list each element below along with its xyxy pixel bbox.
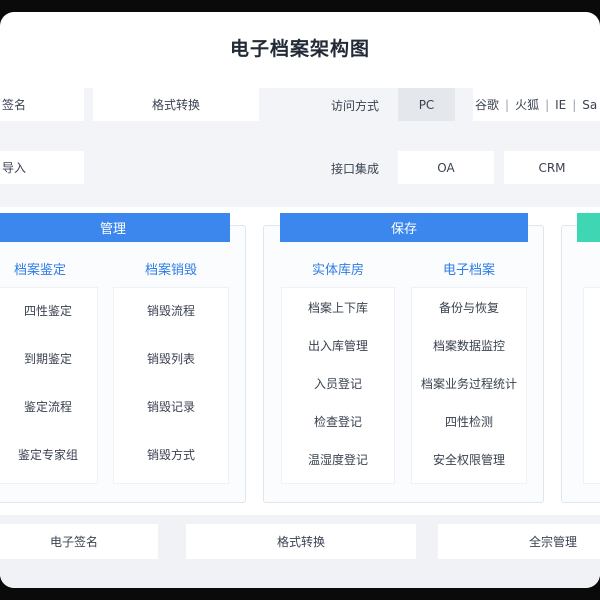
interface-oa-cell: OA <box>398 151 494 184</box>
archive-appraisal-title: 档案鉴定 <box>13 263 66 278</box>
destruction-item: 销毁列表 <box>146 352 195 366</box>
separator: | <box>545 97 550 112</box>
e-archive-item: 四性检测 <box>444 415 493 429</box>
interface-integration-label: 接口集成 <box>331 162 380 176</box>
format-convert-base-cell: 格式转换 <box>186 524 416 559</box>
appraisal-item: 鉴定专家组 <box>17 448 78 462</box>
storage-item: 入员登记 <box>313 377 362 391</box>
diagram-canvas: 电子档案架构图 签名 格式转换 访问方式 PC 谷歌 | 火狐 | IE | S… <box>0 12 600 588</box>
storage-item: 档案上下库 <box>307 301 368 315</box>
access-pc-cell: PC <box>398 88 455 121</box>
physical-storage-column: 档案上下库 出入库管理 入员登记 检查登记 温湿度登记 <box>281 287 395 484</box>
archive-appraisal-column: 四性鉴定 到期鉴定 鉴定流程 鉴定专家组 <box>0 287 98 484</box>
browser-chrome: 谷歌 <box>475 98 500 112</box>
e-archive-item: 档案业务过程统计 <box>420 377 517 391</box>
browser-list-cell: 谷歌 | 火狐 | IE | Sa <box>473 88 600 121</box>
browser-safari: Sa <box>582 97 598 112</box>
signature-cell: 签名 <box>0 88 84 121</box>
storage-item: 检查登记 <box>313 415 362 429</box>
browser-ie: IE <box>555 97 567 112</box>
appraisal-item: 到期鉴定 <box>23 352 72 366</box>
separator: | <box>505 97 510 112</box>
separator: | <box>572 97 577 112</box>
electronic-archive-column: 备份与恢复 档案数据监控 档案业务过程统计 四性检测 安全权限管理 <box>411 287 527 484</box>
electronic-archive-title: 电子档案 <box>442 263 495 278</box>
browser-firefox: 火狐 <box>515 98 540 112</box>
storage-item: 温湿度登记 <box>307 453 368 467</box>
destruction-item: 销毁记录 <box>146 400 195 414</box>
manage-panel-header: 管理 <box>0 213 230 242</box>
interface-crm-cell: CRM <box>504 151 600 184</box>
destruction-item: 销毁流程 <box>146 304 195 318</box>
fonds-management-cell: 全宗管理 <box>438 524 600 559</box>
e-archive-item: 档案数据监控 <box>432 339 505 353</box>
physical-storage-title: 实体库房 <box>311 263 364 278</box>
e-signature-cell: 电子签名 <box>0 524 158 559</box>
third-panel-header <box>577 213 600 242</box>
page-title: 电子档案架构图 <box>229 38 370 60</box>
e-archive-item: 安全权限管理 <box>432 453 505 467</box>
save-panel-header: 保存 <box>280 213 528 242</box>
appraisal-item: 鉴定流程 <box>23 400 72 414</box>
destruction-item: 销毁方式 <box>146 448 195 462</box>
format-convert-cell: 格式转换 <box>93 88 259 121</box>
import-cell: 导入 <box>0 151 84 184</box>
archive-destruction-title: 档案销毁 <box>144 263 197 278</box>
storage-item: 出入库管理 <box>307 339 368 353</box>
appraisal-item: 四性鉴定 <box>23 304 72 318</box>
third-panel-column <box>583 287 600 484</box>
archive-destruction-column: 销毁流程 销毁列表 销毁记录 销毁方式 <box>113 287 229 484</box>
e-archive-item: 备份与恢复 <box>438 301 499 315</box>
access-method-label: 访问方式 <box>331 99 380 113</box>
